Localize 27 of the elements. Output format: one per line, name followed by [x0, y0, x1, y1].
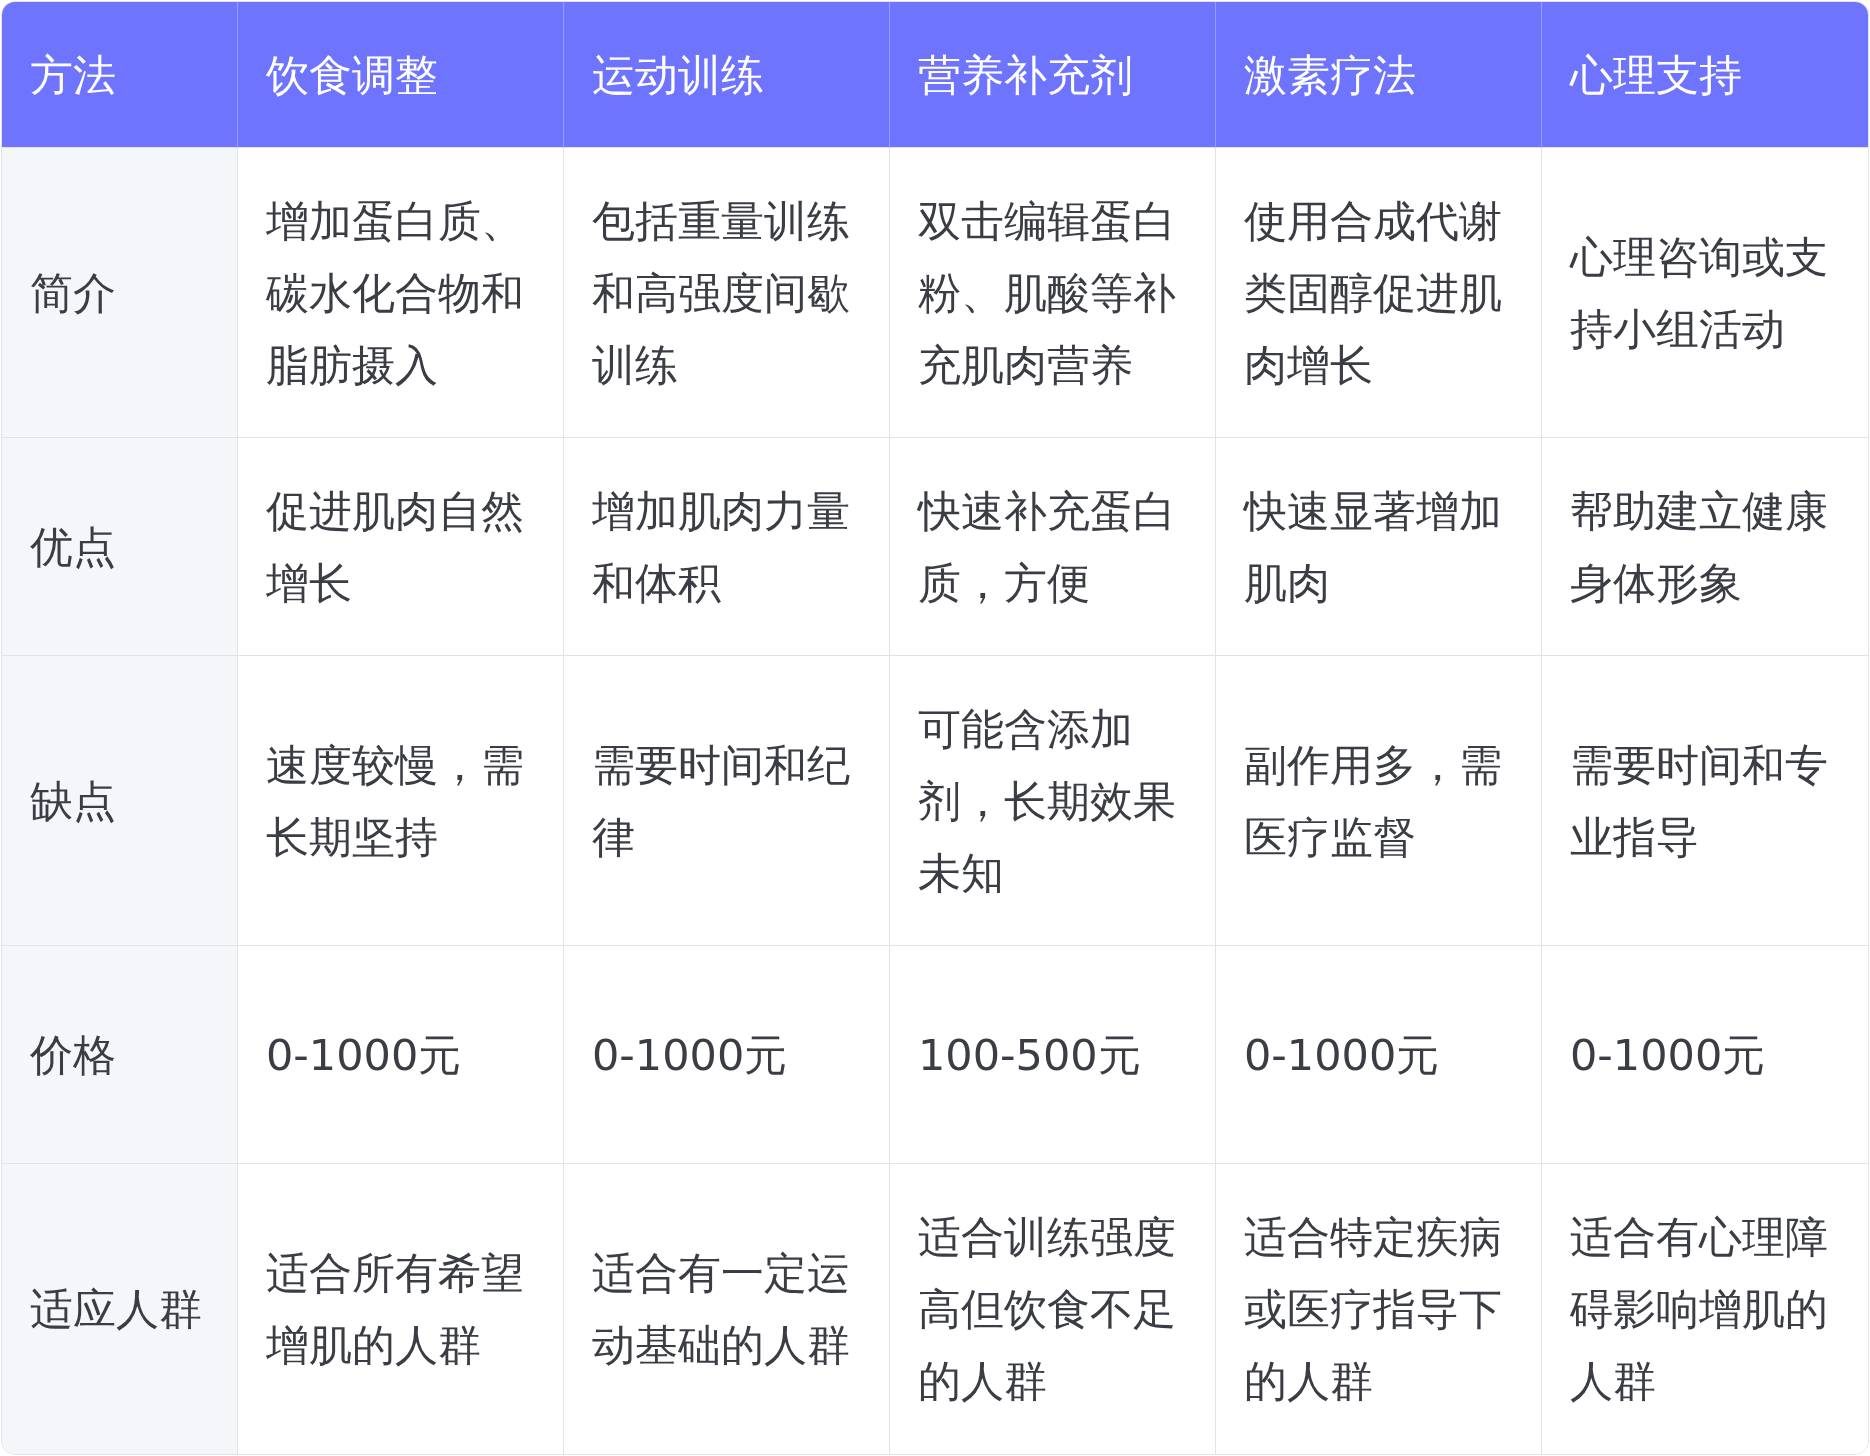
table-cell: 快速显著增加肌肉 [1216, 438, 1542, 656]
row-header: 缺点 [2, 656, 238, 946]
table-cell: 0-1000元 [1216, 946, 1542, 1164]
table-cell: 100-500元 [890, 946, 1216, 1164]
table-cell: 0-1000元 [564, 946, 890, 1164]
table-cell: 促进肌肉自然增长 [238, 438, 564, 656]
column-header: 心理支持 [1542, 2, 1868, 148]
table-cell: 0-1000元 [238, 946, 564, 1164]
column-header: 方法 [2, 2, 238, 148]
table-cell: 需要时间和纪律 [564, 656, 890, 946]
column-header: 饮食调整 [238, 2, 564, 148]
table-cell: 快速补充蛋白质，方便 [890, 438, 1216, 656]
table-cell: 包括重量训练和高强度间歇训练 [564, 148, 890, 438]
table-cell: 速度较慢，需长期坚持 [238, 656, 564, 946]
column-header: 运动训练 [564, 2, 890, 148]
table-cell: 使用合成代谢类固醇促进肌肉增长 [1216, 148, 1542, 438]
column-header: 激素疗法 [1216, 2, 1542, 148]
row-header: 简介 [2, 148, 238, 438]
table-cell: 副作用多，需医疗监督 [1216, 656, 1542, 946]
row-header: 价格 [2, 946, 238, 1164]
table-cell: 可能含添加剂，长期效果未知 [890, 656, 1216, 946]
table-cell: 增加蛋白质、碳水化合物和脂肪摄入 [238, 148, 564, 438]
row-header: 适应人群 [2, 1164, 238, 1454]
table-cell: 双击编辑蛋白粉、肌酸等补充肌肉营养 [890, 148, 1216, 438]
row-header: 优点 [2, 438, 238, 656]
table-cell: 增加肌肉力量和体积 [564, 438, 890, 656]
column-header: 营养补充剂 [890, 2, 1216, 148]
